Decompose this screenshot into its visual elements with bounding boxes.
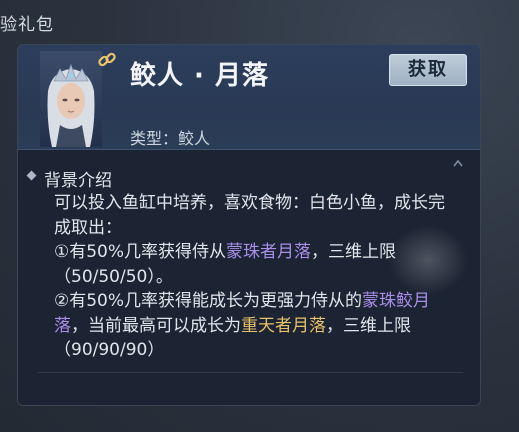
option-2-highlight-2: 重天者月落 xyxy=(241,315,326,336)
description-section[interactable]: 背景介绍 可以投入鱼缸中培养，喜欢食物：白色小鱼，成长完成取出： ①有50%几率… xyxy=(18,150,480,405)
description-option-2: ②有50%几率获得能成长为更强力侍从的蒙珠鲛月落，当前最高可以成长为重天者月落，… xyxy=(54,289,459,363)
obtain-button[interactable]: 获取 xyxy=(389,54,467,86)
option-2-middle: ，当前最高可以成长为 xyxy=(71,315,241,336)
diamond-bullet-icon xyxy=(26,170,37,181)
option-2-text: ②有50%几率获得能成长为更强力侍从的 xyxy=(54,291,363,311)
item-detail-panel: 鲛人 · 月落 获取 类型：鲛人 背景介绍 可以投入鱼缸中培养，喜欢食物：白色小… xyxy=(17,44,481,406)
description-option-1: ①有50%几率获得侍从蒙珠者月落，三维上限（50/50/50）。 xyxy=(54,240,459,289)
chain-link-icon xyxy=(98,52,116,67)
description-line: 可以投入鱼缸中培养，喜欢食物：白色小鱼，成长完成取出： xyxy=(54,193,445,238)
divider xyxy=(38,372,463,373)
character-portrait xyxy=(40,51,102,147)
option-1-highlight: 蒙珠者月落 xyxy=(226,242,312,262)
screen: 验礼包 鲛人 · 月落 获取 类型：鲛人 背景介绍 可以投入鱼缸中培养，喜欢食物… xyxy=(0,0,519,432)
item-type-value: 鲛人 xyxy=(178,129,211,148)
option-1-text: ①有50%几率获得侍从 xyxy=(54,242,227,262)
item-header: 鲛人 · 月落 获取 类型：鲛人 xyxy=(18,45,480,150)
item-name: 鲛人 · 月落 xyxy=(130,61,269,91)
item-type-label: 类型： xyxy=(130,129,179,148)
item-type: 类型：鲛人 xyxy=(130,125,210,149)
description-body: 可以投入鱼缸中培养，喜欢食物：白色小鱼，成长完成取出： ①有50%几率获得侍从蒙… xyxy=(54,191,459,363)
description-title: 背景介绍 xyxy=(44,171,112,191)
gift-pack-title: 验礼包 xyxy=(0,15,54,35)
scroll-up-arrow-icon[interactable] xyxy=(452,158,464,168)
